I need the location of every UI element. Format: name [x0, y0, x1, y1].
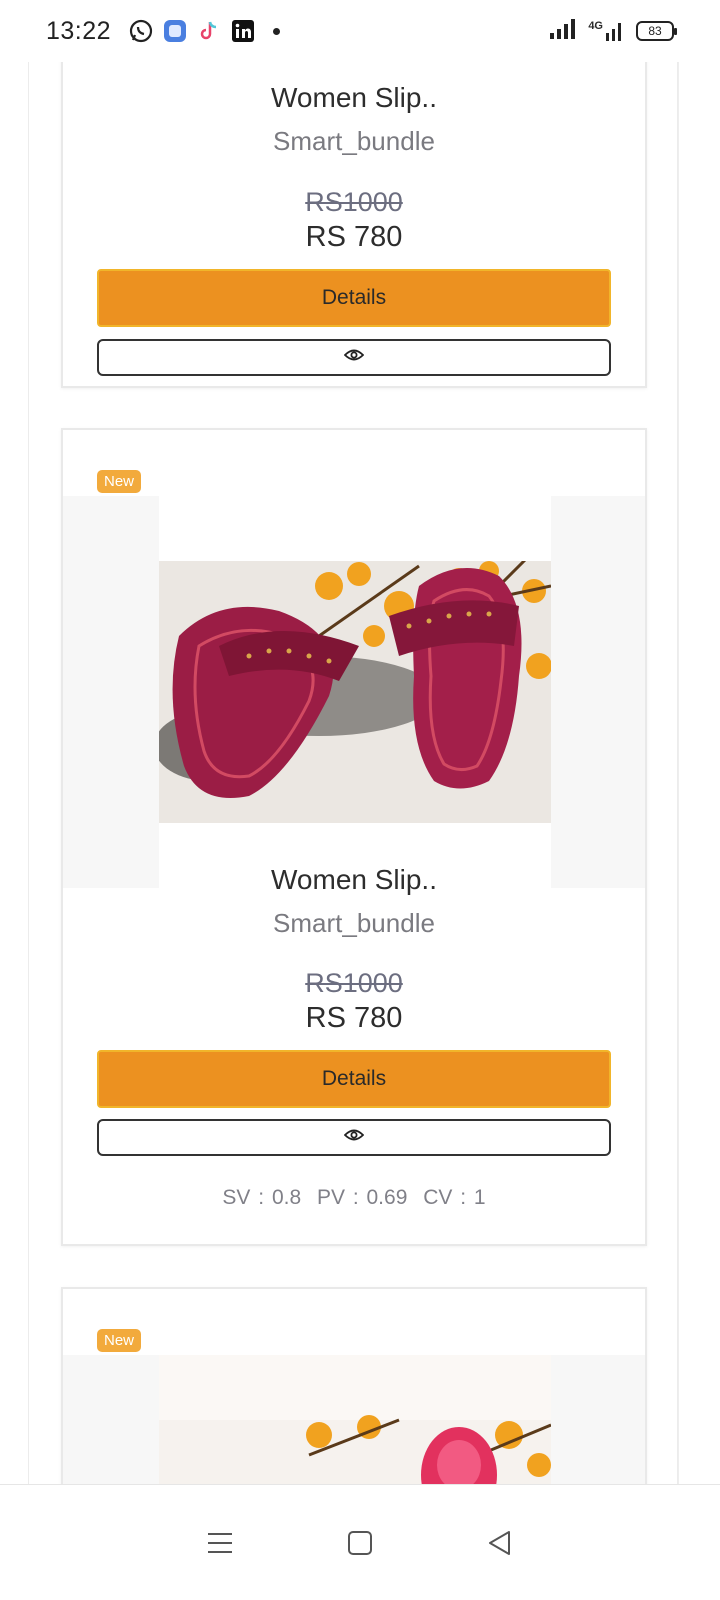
status-bar: 13:22 4G 83: [0, 0, 720, 62]
sale-price: RS 780: [305, 1002, 403, 1034]
network-4g-icon: 4G: [588, 20, 624, 42]
product-image[interactable]: [159, 1355, 551, 1484]
product-list: Women Slip.. Smart_bundle RS1000 RS 780 …: [28, 62, 678, 1484]
quick-view-button[interactable]: [97, 1119, 611, 1156]
home-icon[interactable]: [340, 1523, 380, 1563]
battery-level: 83: [648, 24, 662, 38]
tiktok-icon: [197, 19, 221, 43]
notification-icons: [129, 19, 281, 43]
new-badge: New: [97, 1329, 142, 1352]
product-brand: Smart_bundle: [273, 126, 435, 156]
product-brand: Smart_bundle: [273, 908, 435, 938]
system-icons: 4G 83: [548, 18, 677, 45]
back-icon[interactable]: [480, 1523, 520, 1563]
status-time: 13:22: [46, 16, 112, 45]
sv-value: SV : 0.8: [222, 1186, 302, 1209]
menu-icon[interactable]: [200, 1523, 240, 1563]
slippers-photo: [159, 496, 551, 888]
details-button[interactable]: Details: [97, 269, 611, 327]
product-metrics: SV : 0.8 PV : 0.69 CV : 1: [63, 1186, 645, 1210]
original-price: RS1000: [305, 187, 403, 217]
sale-price: RS 780: [305, 221, 403, 253]
eye-icon: [343, 1128, 365, 1147]
pv-value: PV : 0.69: [316, 1186, 408, 1209]
slippers-photo: [159, 1415, 551, 1484]
product-title: Women Slip..: [271, 82, 437, 113]
product-image[interactable]: [159, 496, 551, 888]
whatsapp-icon: [129, 19, 153, 43]
details-button[interactable]: Details: [97, 1050, 611, 1108]
linkedin-icon: [231, 19, 255, 43]
scroll-edge: [678, 62, 720, 1484]
product-title: Women Slip..: [271, 864, 437, 895]
product-card[interactable]: Women Slip.. Smart_bundle RS1000 RS 780 …: [61, 62, 647, 388]
product-card[interactable]: New: [61, 1287, 647, 1484]
network-type: 4G: [588, 20, 603, 32]
eye-icon: [343, 348, 365, 367]
more-notifications-dot: [273, 27, 281, 35]
messenger-icon: [163, 19, 187, 43]
cv-value: CV : 1: [423, 1186, 486, 1209]
battery-icon: 83: [636, 21, 677, 41]
new-badge: New: [97, 470, 142, 493]
quick-view-button[interactable]: [97, 339, 611, 376]
original-price: RS1000: [305, 968, 403, 998]
signal-icon: [548, 18, 576, 45]
product-card[interactable]: New: [61, 428, 647, 1246]
system-navigation-bar: [0, 1484, 720, 1600]
